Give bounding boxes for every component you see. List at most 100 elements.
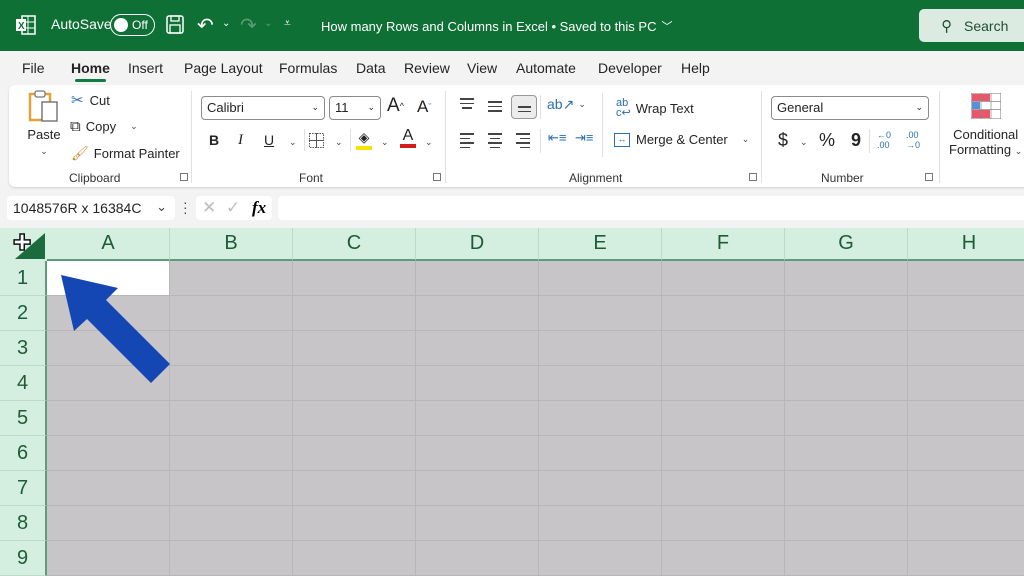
search-box[interactable]: ⚲ Search — [919, 9, 1024, 42]
clipboard-launcher-icon[interactable] — [180, 173, 188, 181]
autosave-toggle[interactable]: Off — [110, 14, 155, 36]
divider — [869, 129, 870, 153]
wrap-text-icon: ab c↩ — [616, 97, 631, 119]
enter-icon: ✓ — [226, 198, 241, 217]
cut-button[interactable]: ✂ Cut — [71, 91, 110, 109]
tab-file[interactable]: File — [22, 60, 45, 76]
number-launcher-icon[interactable] — [925, 173, 933, 181]
font-name-value: Calibri — [207, 100, 244, 115]
font-color-dropdown-icon[interactable]: ⌄ — [425, 137, 433, 148]
currency-dropdown-icon[interactable]: ⌄ — [800, 137, 808, 148]
formula-bar: 1048576R x 16384C ⌄ · · · ✕ ✓ fx — [0, 190, 1024, 226]
bottom-align-button[interactable] — [511, 95, 537, 119]
save-icon[interactable] — [166, 15, 184, 34]
tab-formulas[interactable]: Formulas — [279, 60, 337, 76]
align-left-button[interactable] — [460, 133, 474, 148]
align-center-button[interactable] — [488, 133, 502, 148]
divider — [445, 91, 446, 183]
tab-insert[interactable]: Insert — [128, 60, 163, 76]
undo-dropdown-icon[interactable]: ⌄ — [222, 18, 230, 29]
chevron-down-icon: ﹀ — [661, 21, 673, 33]
document-title[interactable]: How many Rows and Columns in Excel • Sav… — [321, 18, 672, 34]
conditional-formatting-label-text: Formatting — [949, 142, 1012, 157]
tab-data[interactable]: Data — [356, 60, 386, 76]
underline-button[interactable]: U — [264, 132, 274, 148]
font-color-swatch — [400, 144, 416, 148]
more-options-icon[interactable]: · · · — [183, 195, 188, 219]
font-launcher-icon[interactable] — [433, 173, 441, 181]
number-group-label: Number — [821, 171, 864, 185]
fill-color-dropdown-icon[interactable]: ⌄ — [381, 137, 389, 148]
borders-button[interactable] — [309, 133, 324, 148]
middle-align-button[interactable] — [488, 101, 502, 112]
format-painter-button[interactable]: 🖌 Format Painter — [71, 145, 180, 162]
copy-dropdown-icon[interactable]: ⌄ — [130, 121, 138, 132]
divider — [191, 91, 192, 183]
merge-center-label: Merge & Center — [636, 132, 728, 147]
merge-dropdown-icon[interactable]: ⌄ — [742, 134, 750, 145]
shrink-font-icon: A — [417, 97, 429, 116]
decrease-indent-button[interactable]: ⇤≡ — [548, 130, 566, 146]
divider — [939, 91, 940, 183]
copy-button[interactable]: ⧉ Copy ⌄ — [70, 118, 138, 135]
chevron-down-icon: ⌄ — [311, 102, 319, 112]
grow-font-button[interactable]: A ^ — [387, 95, 404, 117]
insert-function-button[interactable]: fx — [252, 198, 266, 218]
conditional-formatting-button[interactable]: Conditional Formatting ⌄ — [949, 93, 1022, 157]
merge-center-icon: ↔ — [614, 132, 630, 147]
font-color-button[interactable]: A — [400, 128, 416, 148]
divider — [304, 129, 305, 151]
tab-view[interactable]: View — [467, 60, 497, 76]
alignment-launcher-icon[interactable] — [749, 173, 757, 181]
number-format-select[interactable]: General ⌄ — [771, 96, 929, 120]
autosave-state: Off — [132, 18, 148, 32]
paste-dropdown-icon[interactable]: ⌄ — [40, 146, 48, 157]
search-label: Search — [964, 17, 1009, 34]
underline-dropdown-icon[interactable]: ⌄ — [289, 137, 297, 148]
tab-help[interactable]: Help — [681, 60, 710, 76]
top-align-button[interactable] — [460, 98, 474, 109]
alignment-group-label: Alignment — [569, 171, 623, 185]
excel-icon[interactable]: X — [16, 14, 36, 36]
fill-color-swatch — [356, 146, 372, 150]
italic-button[interactable]: I — [238, 132, 243, 149]
percent-button[interactable]: % — [819, 130, 835, 151]
wrap-text-button[interactable]: ab c↩ Wrap Text — [616, 97, 694, 119]
tab-automate[interactable]: Automate — [516, 60, 576, 76]
formula-input[interactable] — [278, 196, 1024, 220]
paste-button[interactable]: Paste ⌄ — [27, 89, 61, 157]
chevron-down-icon[interactable]: ⌄ — [156, 199, 167, 215]
name-box-value: 1048576R x 16384C — [13, 200, 142, 216]
merge-center-button[interactable]: ↔ Merge & Center ⌄ — [614, 132, 749, 147]
copy-icon: ⧉ — [70, 118, 81, 135]
font-size-select[interactable]: 11 ⌄ — [329, 96, 381, 120]
orientation-button[interactable]: ab↗ ⌄ — [547, 96, 586, 113]
name-box[interactable]: 1048576R x 16384C ⌄ — [7, 196, 175, 220]
currency-button[interactable]: $ — [778, 130, 788, 151]
bold-button[interactable]: B — [209, 132, 219, 148]
tab-page-layout[interactable]: Page Layout — [184, 60, 263, 76]
divider — [350, 129, 351, 151]
tab-review[interactable]: Review — [404, 60, 450, 76]
increase-indent-button[interactable]: ⇥≡ — [575, 130, 593, 146]
tab-home[interactable]: Home — [71, 60, 110, 82]
font-name-select[interactable]: Calibri ⌄ — [201, 96, 325, 120]
customize-qat-icon[interactable]: ⩡ — [284, 16, 291, 31]
undo-icon[interactable]: ↶ — [197, 13, 214, 38]
arrow-shape — [61, 275, 170, 383]
decrease-decimal-button[interactable]: .00 →0 — [906, 130, 926, 150]
grow-font-icon: A — [387, 95, 400, 116]
annotation-arrow — [61, 275, 170, 383]
tab-developer[interactable]: Developer — [598, 60, 662, 76]
align-right-button[interactable] — [516, 133, 530, 148]
borders-icon — [309, 133, 324, 148]
orientation-icon: ab↗ — [547, 96, 575, 112]
font-color-icon: A — [402, 127, 414, 144]
fill-color-button[interactable]: ◈ — [356, 129, 372, 150]
format-painter-label: Format Painter — [93, 146, 180, 161]
shrink-font-button[interactable]: Aˇ — [417, 97, 431, 117]
borders-dropdown-icon[interactable]: ⌄ — [335, 137, 343, 148]
increase-decimal-button[interactable]: ←0 .00 — [877, 130, 897, 150]
comma-style-button[interactable]: 9 — [851, 130, 861, 151]
cancel-icon: ✕ — [202, 198, 217, 217]
